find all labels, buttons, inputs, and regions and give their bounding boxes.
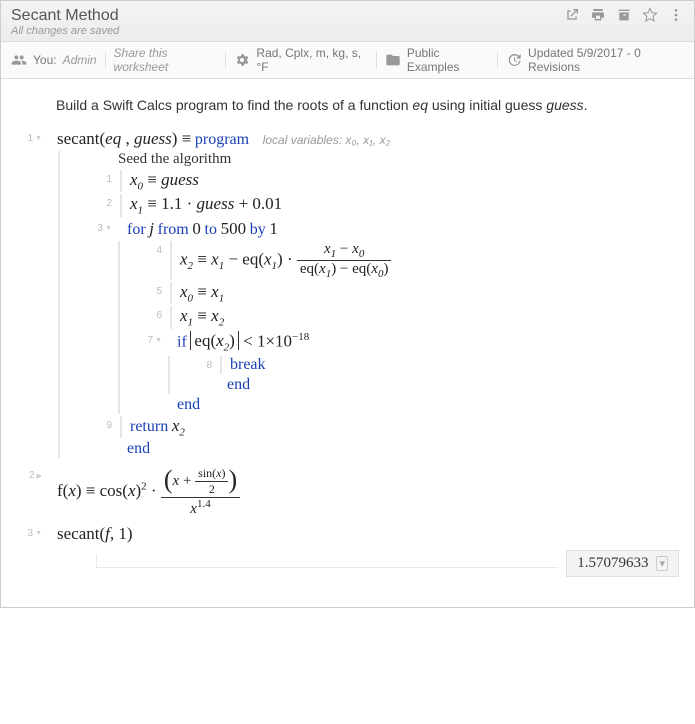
gutter-n4: 4 <box>156 245 162 256</box>
folder-icon <box>385 52 401 68</box>
gutter-1: 1 <box>28 133 34 144</box>
caret-icon: ▶ <box>37 472 42 480</box>
intro-t2: using initial guess <box>428 97 546 113</box>
role-label: Admin <box>63 53 97 67</box>
result-menu-icon[interactable]: ▾ <box>656 556 668 571</box>
gutter-n3: 3 <box>98 223 104 234</box>
gear-icon[interactable] <box>234 52 250 68</box>
cell-1[interactable]: 1▼ secant(eq , guess) ≡ program local va… <box>16 129 679 149</box>
gutter-n6: 6 <box>156 310 162 321</box>
end-for: end <box>128 396 679 414</box>
archive-icon[interactable] <box>616 7 632 26</box>
worksheet: Build a Swift Calcs program to find the … <box>1 79 694 607</box>
caret-icon: ▼ <box>105 225 112 232</box>
cell-1-1[interactable]: 1 x0 ≡ guess <box>68 170 679 192</box>
gutter-3: 3 <box>28 528 34 539</box>
cell-1-3-5[interactable]: 5 x0 ≡ x1 <box>128 282 679 304</box>
locals-comment: local variables: x₀, x₁, x₂ <box>263 133 390 147</box>
cell-1-9[interactable]: 9 return x2 <box>68 416 679 438</box>
seed-text: Seed the algorithm <box>68 151 679 168</box>
cell-1-3[interactable]: 3▼ for j from 0 to 500 by 1 <box>68 219 679 239</box>
more-icon[interactable] <box>668 7 684 26</box>
people-icon <box>11 52 27 68</box>
header: Secant Method All changes are saved <box>1 1 694 42</box>
intro-t3: . <box>584 97 588 113</box>
caret-icon: ▼ <box>35 530 42 537</box>
result-value: 1.57079633 <box>577 555 648 572</box>
gutter-n1: 1 <box>106 174 112 185</box>
result-box[interactable]: 1.57079633 ▾ <box>566 550 679 577</box>
intro-eq: eq <box>412 97 428 113</box>
intro-guess: guess <box>546 97 583 113</box>
cell-3[interactable]: 3▼ secant(f, 1) <box>16 524 679 544</box>
func-def: secant(eq , guess) ≡ <box>57 129 191 149</box>
intro-text: Build a Swift Calcs program to find the … <box>56 97 679 113</box>
cell-1-3-7[interactable]: 7▼ if eq(x2) < 1×10−18 <box>128 331 679 354</box>
open-external-icon[interactable] <box>564 7 580 26</box>
save-status: All changes are saved <box>11 25 564 37</box>
toolbar: You: Admin Share this worksheet Rad, Cpl… <box>1 42 694 79</box>
folder-link[interactable]: Public Examples <box>407 46 489 74</box>
units-label[interactable]: Rad, Cplx, m, kg, s, °F <box>256 46 367 74</box>
cell-1-3-6[interactable]: 6 x1 ≡ x2 <box>128 306 679 328</box>
updated-label[interactable]: Updated 5/9/2017 - 0 Revisions <box>528 46 684 74</box>
program-keyword: program <box>195 131 249 148</box>
cell-1-2[interactable]: 2 x1 ≡ 1.1 · guess + 0.01 <box>68 194 679 216</box>
caret-icon: ▼ <box>35 135 42 142</box>
page-title: Secant Method <box>11 7 564 25</box>
you-label: You: <box>33 53 57 67</box>
gutter-n7: 7 <box>148 335 154 346</box>
share-link[interactable]: Share this worksheet <box>114 46 218 74</box>
gutter-n5: 5 <box>156 286 162 297</box>
star-icon[interactable] <box>642 7 658 26</box>
gutter-2: 2 <box>29 470 35 481</box>
end-program: end <box>68 440 679 458</box>
caret-icon: ▼ <box>155 337 162 344</box>
app-shell: Secant Method All changes are saved You:… <box>0 0 695 608</box>
end-if: end <box>178 376 679 394</box>
cell-1-3-7-8[interactable]: 8 break <box>178 356 679 374</box>
gutter-n8: 8 <box>206 360 212 371</box>
intro-t1: Build a Swift Calcs program to find the … <box>56 97 412 113</box>
result-row: 1.57079633 ▾ <box>96 550 679 577</box>
gutter-n9: 9 <box>106 420 112 431</box>
cell-2[interactable]: 2▶ f(x) ≡ cos(x)2 · (x + sin(x)2) x1.4 <box>16 466 679 518</box>
cell-1-3-4[interactable]: 4 x2 ≡ x1 − eq(x1) · x1 − x0 eq(x1) − eq… <box>128 241 679 280</box>
print-icon[interactable] <box>590 7 606 26</box>
gutter-n2: 2 <box>106 198 112 209</box>
history-icon <box>506 52 522 68</box>
